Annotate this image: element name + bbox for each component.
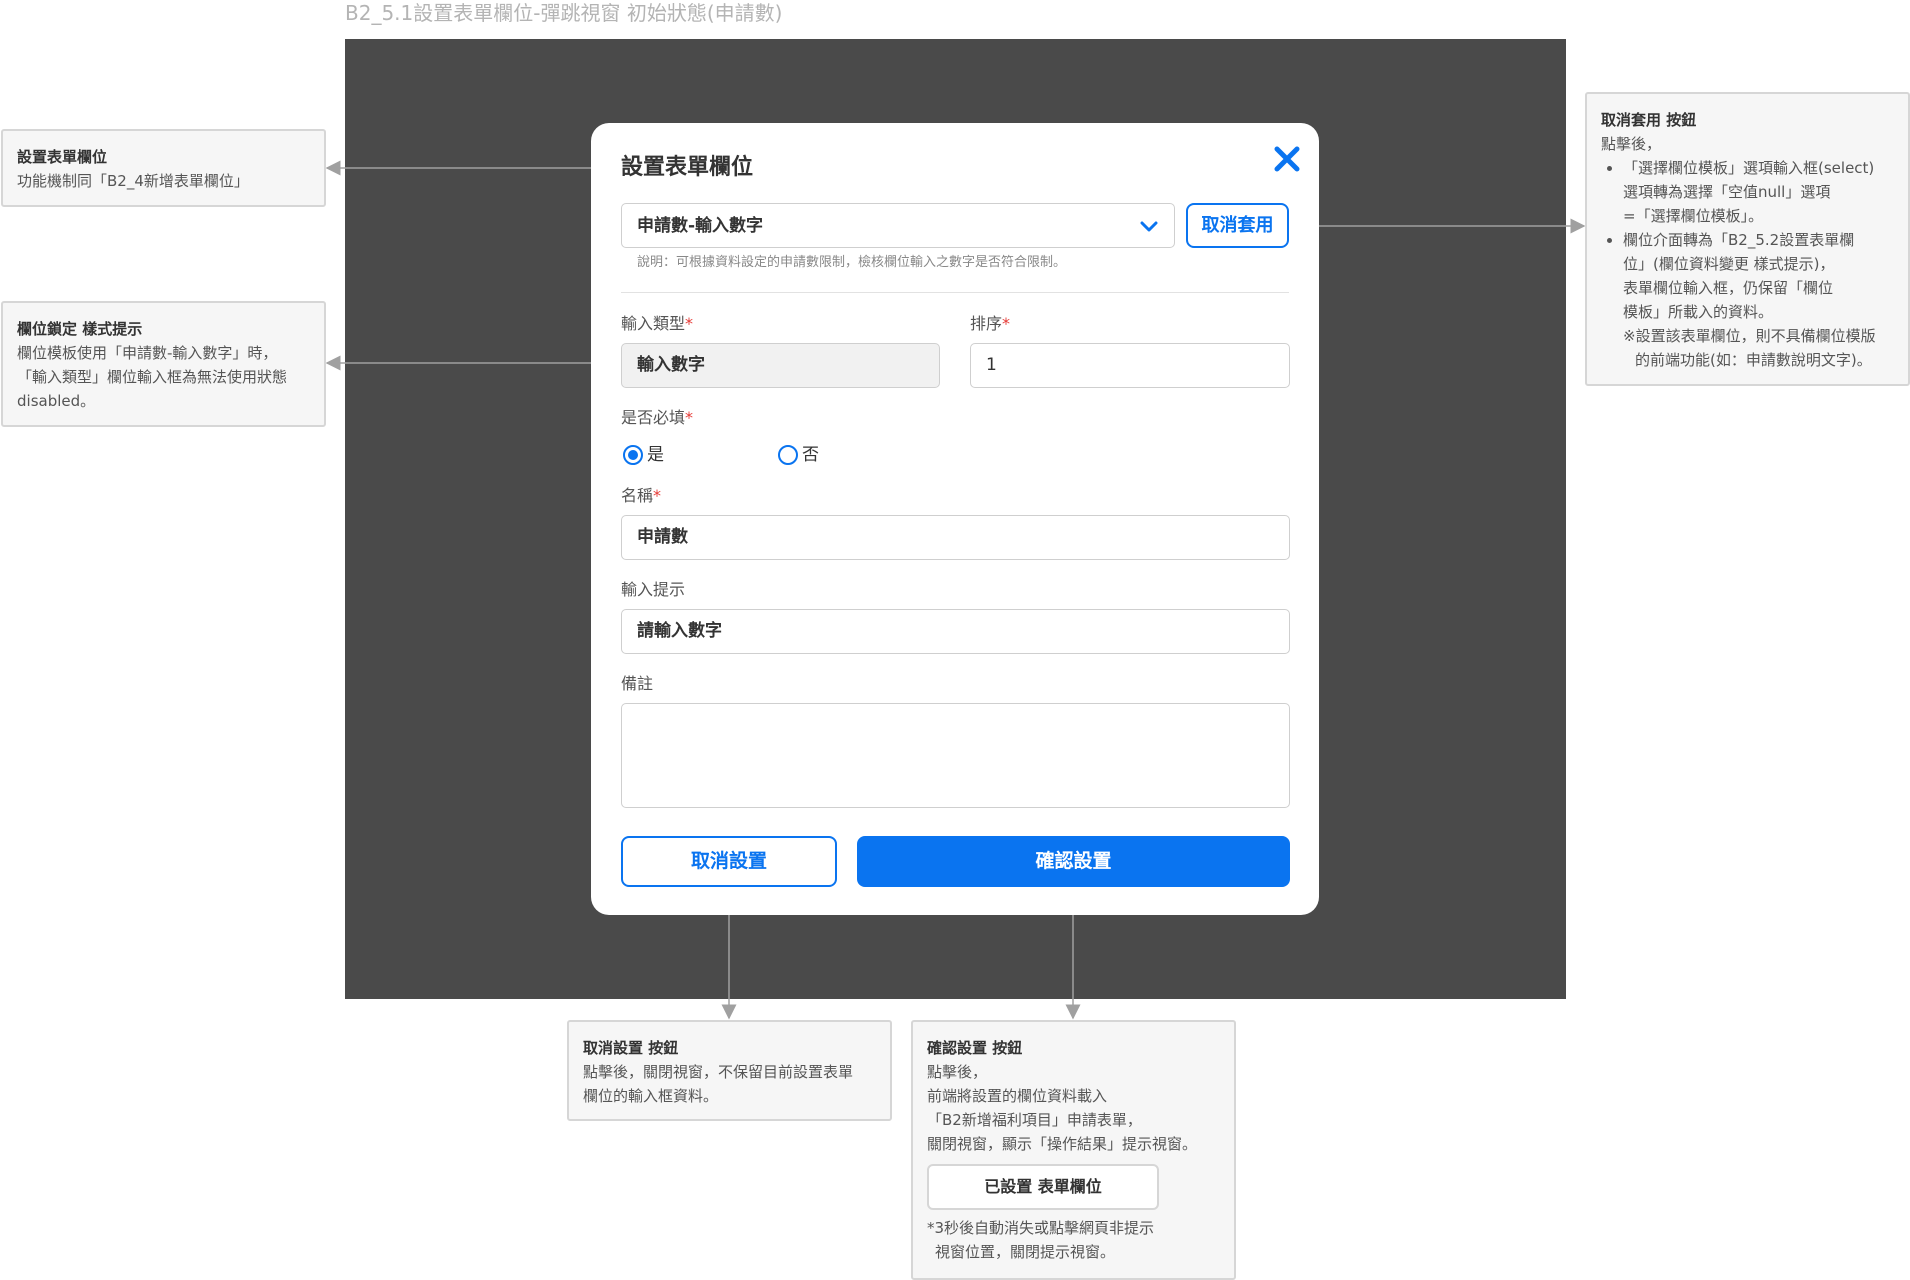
note-confirm-setting-footnote: 視窗位置，關閉提示視窗。 (935, 1243, 1116, 1261)
note-field-lock: 欄位鎖定 樣式提示 欄位模板使用「申請數-輸入數字」時， 「輸入類型」欄位輸入框… (1, 301, 326, 427)
note-confirm-setting-line: 前端將設置的欄位資料載入 (927, 1087, 1108, 1105)
page-title: B2_5.1設置表單欄位-彈跳視窗 初始狀態(申請數) (345, 1, 783, 25)
note-cancel-setting-line: 欄位的輸入框資料。 (583, 1087, 719, 1105)
name-value: 申請數 (637, 527, 688, 547)
radio-no-label: 否 (802, 445, 819, 465)
note-lock-line: disabled。 (17, 392, 96, 410)
order-field[interactable]: 1 (970, 343, 1290, 388)
note-cancel-apply: 取消套用 按鈕 點擊後， 「選擇欄位模板」選項輸入框(select) 選項轉為選… (1585, 92, 1910, 386)
note-form-field-title: 設置表單欄位 (17, 148, 108, 166)
radio-no-circle[interactable] (778, 445, 798, 465)
note-confirm-setting-line: 點擊後， (927, 1063, 988, 1081)
name-label: 名稱* (621, 486, 662, 505)
name-field[interactable]: 申請數 (621, 515, 1290, 560)
order-value: 1 (986, 355, 997, 375)
result-toast: 已設置 表單欄位 (927, 1164, 1159, 1210)
note-cancel-apply-bullet: 欄位介面轉為「B2_5.2設置表單欄 位」(欄位資料變更 樣式提示)， 表單欄位… (1623, 228, 1894, 324)
order-label: 排序* (970, 314, 1011, 333)
note-cancel-setting-title: 取消設置 按鈕 (583, 1039, 679, 1057)
required-label: 是否必填* (621, 408, 694, 427)
radio-yes[interactable]: 是 (623, 444, 683, 468)
note-form-field-body: 功能機制同「B2_4新增表單欄位」 (17, 172, 249, 190)
template-hint: 說明：可根據資料設定的申請數限制，檢核欄位輸入之數字是否符合限制。 (637, 255, 1067, 270)
input-type-value: 輸入數字 (637, 355, 705, 375)
input-type-field: 輸入數字 (621, 343, 940, 388)
dialog-title: 設置表單欄位 (621, 155, 754, 180)
remark-textarea[interactable] (621, 703, 1290, 808)
cancel-apply-button[interactable]: 取消套用 (1186, 203, 1289, 248)
set-form-field-dialog: 設置表單欄位 申請數-輸入數字 取消套用 說明：可根據資料設定的申請數限制，檢核… (591, 123, 1319, 915)
note-lock-line: 欄位模板使用「申請數-輸入數字」時， (17, 344, 278, 362)
note-cancel-apply-footnote: ※設置該表單欄位，則不具備欄位模版 的前端功能(如：申請數說明文字)。 (1623, 327, 1876, 369)
input-type-label: 輸入類型* (621, 314, 694, 333)
note-cancel-apply-title: 取消套用 按鈕 (1601, 111, 1697, 129)
note-cancel-setting-line: 點擊後，關閉視窗，不保留目前設置表單 (583, 1063, 854, 1081)
remark-label: 備註 (621, 674, 654, 693)
note-confirm-setting-footnote: *3秒後自動消失或點擊網頁非提示 (927, 1219, 1155, 1237)
input-hint-value: 請輸入數字 (637, 621, 722, 641)
template-select-value: 申請數-輸入數字 (637, 216, 764, 236)
note-confirm-setting-line: 關閉視窗，顯示「操作結果」提示視窗。 (927, 1135, 1198, 1153)
note-confirm-setting-line: 「B2新增福利項目」申請表單， (927, 1111, 1142, 1129)
note-confirm-setting: 確認設置 按鈕 點擊後， 前端將設置的欄位資料載入 「B2新增福利項目」申請表單… (911, 1020, 1236, 1280)
radio-yes-circle[interactable] (623, 445, 643, 465)
radio-yes-label: 是 (647, 445, 664, 465)
template-select[interactable]: 申請數-輸入數字 (621, 203, 1175, 248)
note-form-field: 設置表單欄位 功能機制同「B2_4新增表單欄位」 (1, 129, 326, 207)
close-icon[interactable] (1271, 143, 1303, 175)
note-confirm-setting-title: 確認設置 按鈕 (927, 1039, 1023, 1057)
note-cancel-apply-bullet: 「選擇欄位模板」選項輸入框(select) 選項轉為選擇「空值null」選項 =… (1623, 156, 1894, 228)
input-hint-field[interactable]: 請輸入數字 (621, 609, 1290, 654)
note-cancel-setting: 取消設置 按鈕 點擊後，關閉視窗，不保留目前設置表單 欄位的輸入框資料。 (567, 1020, 892, 1121)
chevron-down-icon (1140, 221, 1158, 232)
note-lock-title: 欄位鎖定 樣式提示 (17, 320, 143, 338)
radio-no[interactable]: 否 (778, 444, 838, 468)
input-hint-label: 輸入提示 (621, 580, 686, 599)
note-cancel-apply-intro: 點擊後， (1601, 135, 1662, 153)
note-lock-line: 「輸入類型」欄位輸入框為無法使用狀態 (17, 368, 288, 386)
confirm-setting-button[interactable]: 確認設置 (857, 836, 1290, 887)
cancel-setting-button[interactable]: 取消設置 (621, 836, 837, 887)
divider (621, 292, 1289, 293)
